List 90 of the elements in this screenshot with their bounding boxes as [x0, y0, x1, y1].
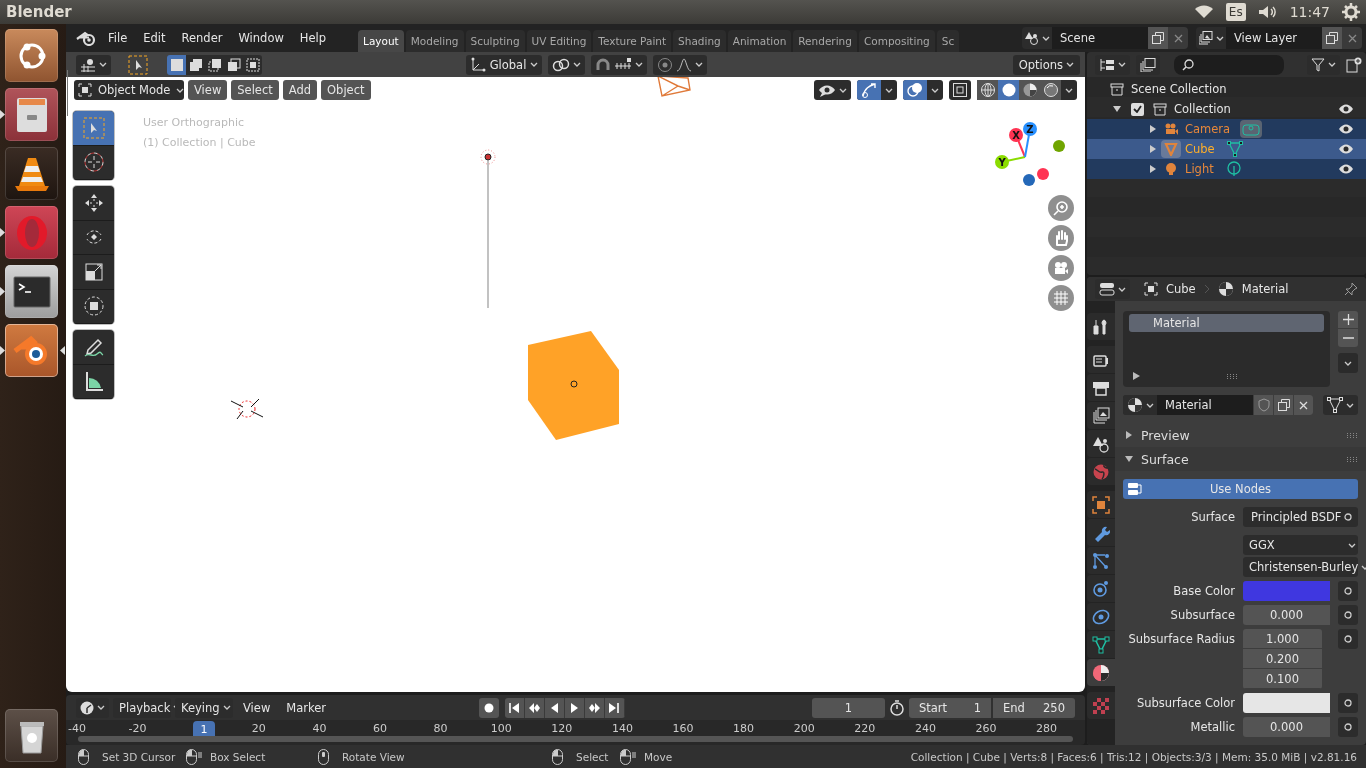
field-label: Subsurface [1169, 607, 1235, 624]
menu-button[interactable]: View [237, 697, 277, 718]
menu-item[interactable]: Edit [135, 27, 174, 49]
frame-number: 140 [611, 722, 633, 735]
playhead[interactable]: 1 [193, 721, 215, 737]
orientation-dropdown[interactable]: Global [466, 54, 542, 75]
breadcrumb-item: Cube [1166, 282, 1196, 296]
tree-row[interactable]: Collection [1087, 99, 1366, 119]
panel-header[interactable]: Surface [1141, 451, 1189, 467]
menu-item[interactable]: Help [291, 27, 335, 49]
frame-number: -20 [128, 722, 147, 735]
frame-number: 60 [373, 722, 387, 735]
workspace-tab[interactable]: Layout [358, 30, 404, 52]
menu-item[interactable]: Window [230, 27, 292, 49]
menu-button[interactable]: Marker [280, 697, 333, 718]
workspace-tab[interactable]: Texture Paint [593, 30, 672, 52]
tree-item[interactable]: Camera [1185, 122, 1231, 136]
status-hint: Box Select [210, 750, 266, 763]
panel-header[interactable]: Preview [1141, 427, 1190, 443]
start-frame-field[interactable]: Start 1 [909, 697, 991, 718]
field-label: Base Color [1172, 583, 1235, 600]
keyboard-layout-indicator[interactable]: Es [1225, 3, 1246, 21]
frame-number: -40 [68, 722, 86, 735]
tree-row[interactable]: Light [1087, 159, 1366, 179]
menu-button[interactable]: Object [321, 80, 371, 100]
clock[interactable]: 11:47 [1289, 4, 1330, 20]
workspace-tab[interactable]: Sculpting [465, 30, 525, 52]
tree-item[interactable]: Light [1185, 162, 1214, 176]
frame-number: 200 [793, 722, 815, 735]
window-title: Blender [6, 3, 72, 21]
menu-item[interactable]: File [100, 27, 136, 49]
scene-statistics: Collection | Cube | Verts:8 | Faces:6 | Tris:12 | Objects:3/3 | Mem: 35.0 MiB | v2.81.16 [910, 750, 1357, 763]
view-layer-field[interactable]: View Layer [1226, 27, 1322, 49]
number-field[interactable]: 0.000 [1243, 605, 1330, 625]
status-hint: Move [644, 750, 673, 763]
frame-number: 260 [975, 722, 997, 735]
frame-number: 100 [490, 722, 512, 735]
axis-handle[interactable]: Z [1023, 122, 1037, 136]
field-label: Subsurface Color [1135, 695, 1235, 712]
material-slot[interactable]: Material [1129, 314, 1324, 332]
field-label: Subsurface Radius [1127, 631, 1235, 648]
frame-number: 80 [433, 722, 448, 735]
menu-button[interactable]: Add [282, 80, 318, 100]
workspace-tab[interactable]: Rendering [793, 30, 857, 52]
dropdown[interactable]: GGX [1243, 535, 1358, 555]
viewport-info-text: (1) Collection | Cube [143, 135, 256, 151]
workspace-tab[interactable]: Animation [727, 30, 792, 52]
menu-item[interactable]: Render [173, 27, 231, 49]
axis-handle[interactable]: X [1009, 128, 1023, 142]
workspace-tab[interactable]: Shading [673, 30, 726, 52]
shader-link-field[interactable]: Principled BSDF [1243, 507, 1358, 527]
breadcrumb-item: Material [1241, 282, 1289, 296]
current-frame-field[interactable]: 1 [812, 697, 885, 718]
viewport-info-text: User Orthographic [143, 115, 246, 131]
workspace-tab[interactable]: Modeling [405, 30, 464, 52]
frame-number: 180 [733, 722, 755, 735]
tree-row[interactable]: Cube [1087, 139, 1366, 159]
number-field[interactable]: 0.100 [1243, 669, 1322, 689]
frame-number: 120 [551, 722, 573, 735]
use-nodes-button[interactable]: Use Nodes [1123, 479, 1358, 499]
status-hint: Select [576, 750, 609, 763]
tree-row[interactable]: Camera [1087, 119, 1366, 139]
number-field[interactable]: 1.000 [1243, 629, 1322, 649]
mode-dropdown[interactable]: Object Mode [74, 80, 184, 100]
number-field[interactable]: 0.200 [1243, 649, 1322, 669]
menu-button[interactable]: Keying [175, 697, 233, 718]
frame-number: 160 [672, 722, 694, 735]
scene-name-field[interactable]: Scene [1052, 27, 1148, 49]
workspace-tab[interactable]: Compositing [858, 30, 935, 52]
menu-button[interactable]: Select [231, 80, 279, 100]
options-dropdown[interactable]: Options [1012, 54, 1080, 75]
workspace-tab[interactable]: UV Editing [526, 30, 592, 52]
frame-number: 40 [312, 722, 327, 735]
field-label: Metallic [1189, 719, 1235, 736]
frame-number: 20 [251, 722, 266, 735]
axis-handle[interactable]: Y [995, 155, 1009, 169]
tree-item[interactable]: Cube [1185, 142, 1215, 156]
status-hint: Rotate View [342, 750, 405, 763]
number-field[interactable]: 0.000 [1243, 717, 1330, 737]
frame-number: 240 [914, 722, 936, 735]
menu-button[interactable]: View [188, 80, 228, 100]
workspace-tab[interactable]: Sc [936, 30, 960, 52]
field-label: Surface [1190, 509, 1235, 526]
tree-item[interactable]: Collection [1174, 102, 1231, 116]
material-name-field[interactable]: Material [1157, 395, 1253, 415]
tree-item[interactable]: Scene Collection [1131, 82, 1227, 96]
frame-number: 280 [1036, 722, 1058, 735]
status-hint: Set 3D Cursor [102, 750, 176, 763]
end-frame-field[interactable]: End 250 [993, 697, 1075, 718]
frame-number: 220 [854, 722, 876, 735]
